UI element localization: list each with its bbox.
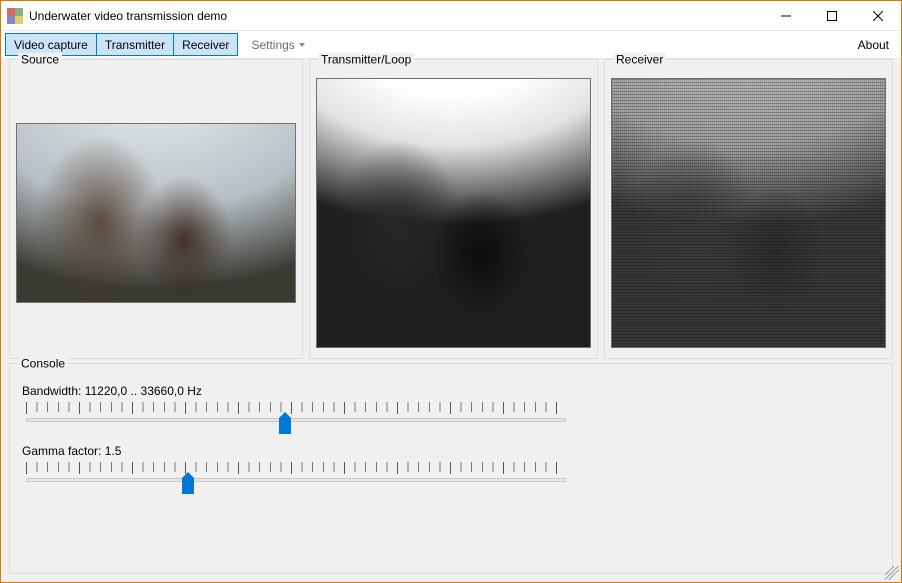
receiver-button[interactable]: Receiver [173,33,238,56]
slider-thumb[interactable] [279,412,291,434]
video-frame-image [612,79,885,347]
transmitter-panel-title: Transmitter/Loop [318,53,414,67]
chevron-down-icon [299,43,305,47]
slider-track [26,478,566,482]
about-button[interactable]: About [850,33,897,56]
transmitter-panel: Transmitter/Loop [309,59,598,359]
receiver-video [611,78,886,348]
source-video [16,123,296,303]
slider-ticks [26,402,566,412]
settings-label: Settings [251,38,294,52]
video-panels-row: Source Transmitter/Loop Receiver [9,59,893,359]
source-panel-title: Source [18,53,62,67]
gamma-slider[interactable] [26,460,566,494]
transmitter-button[interactable]: Transmitter [96,33,174,56]
console-panel-title: Console [18,357,68,371]
video-frame-image [317,79,590,347]
bandwidth-group: Bandwidth: 11220,0 .. 33660,0 Hz [20,384,582,434]
client-area: Source Transmitter/Loop Receiver Console [1,59,901,582]
console-panel: Console Bandwidth: 11220,0 .. 33660,0 Hz… [9,363,893,574]
bandwidth-slider[interactable] [26,400,566,434]
minimize-button[interactable] [763,1,809,31]
close-button[interactable] [855,1,901,31]
receiver-panel: Receiver [604,59,893,359]
app-window: Underwater video transmission demo Video… [0,0,902,583]
video-frame-image [17,124,295,302]
receiver-panel-title: Receiver [613,53,666,67]
gamma-group: Gamma factor: 1.5 [20,444,582,494]
window-title: Underwater video transmission demo [29,9,227,23]
slider-thumb[interactable] [182,472,194,494]
slider-ticks [26,462,566,472]
resize-grip[interactable] [885,566,899,580]
source-panel: Source [9,59,303,359]
app-icon [7,8,23,24]
maximize-button[interactable] [809,1,855,31]
slider-track [26,418,566,422]
title-bar: Underwater video transmission demo [1,1,901,31]
gamma-label: Gamma factor: 1.5 [22,444,582,458]
window-buttons [763,1,901,30]
toolbar: Video capture Transmitter Receiver Setti… [1,31,901,59]
settings-dropdown[interactable]: Settings [245,33,310,56]
transmitter-video [316,78,591,348]
bandwidth-label: Bandwidth: 11220,0 .. 33660,0 Hz [22,384,582,398]
